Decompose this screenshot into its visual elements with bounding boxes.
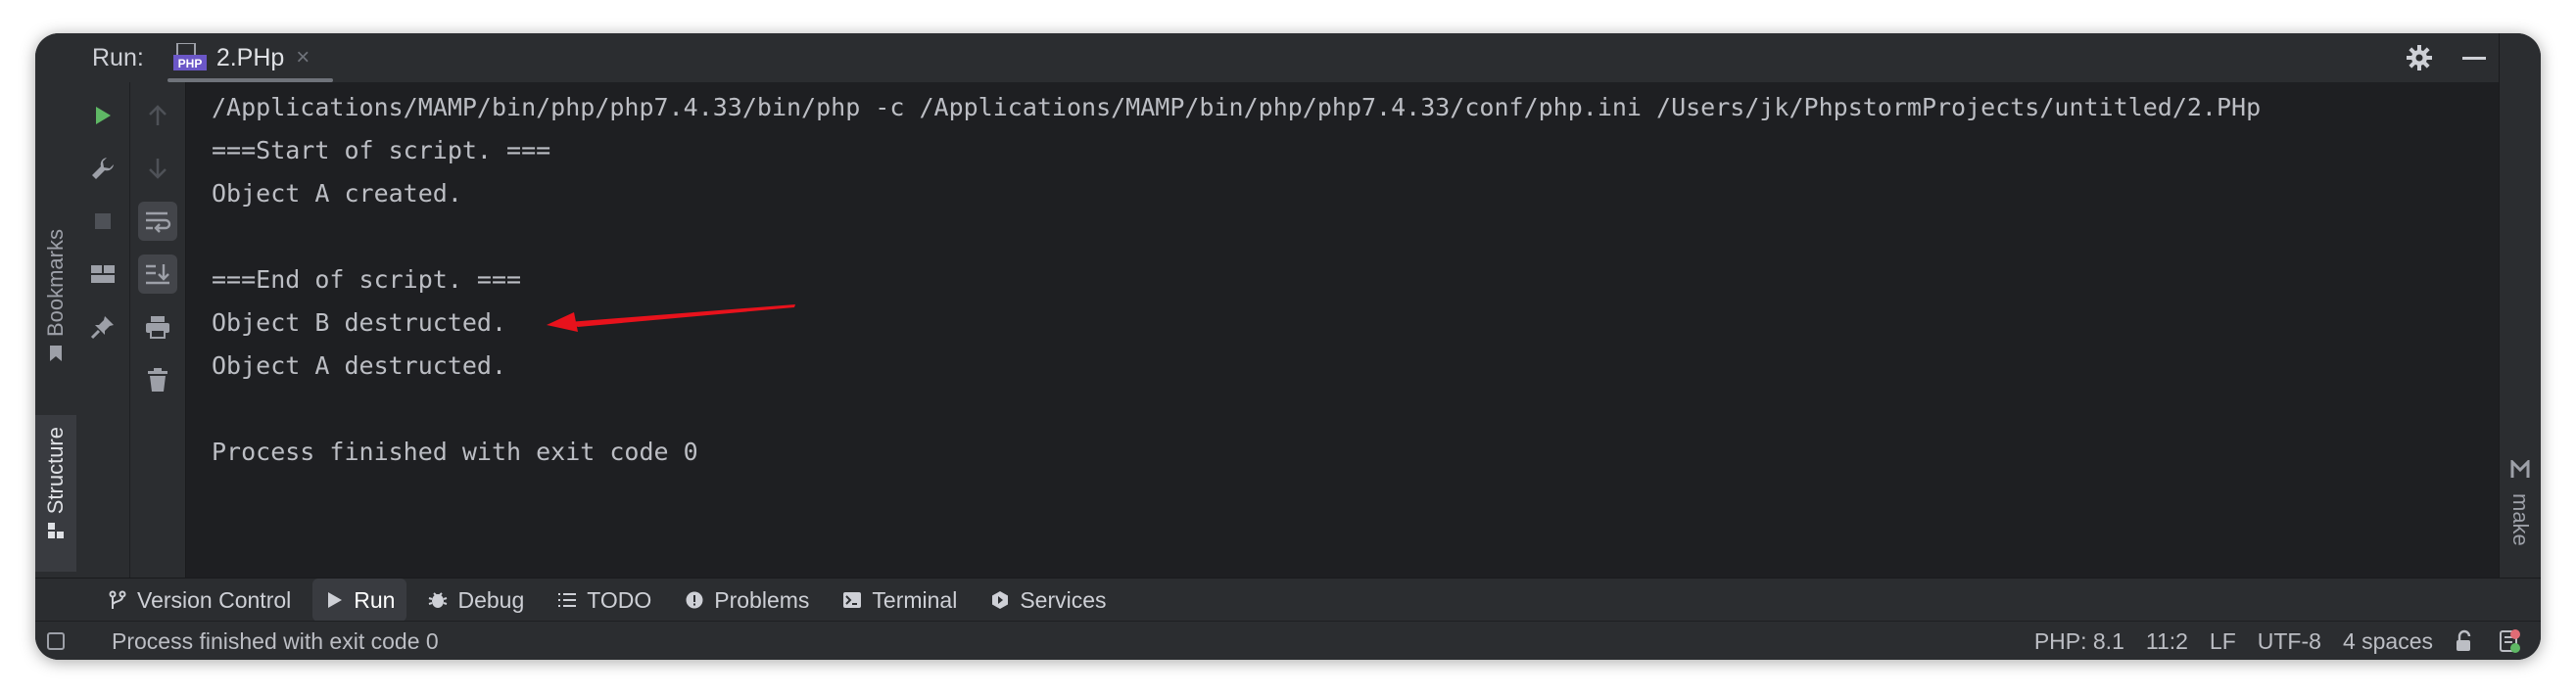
run-actions-column (76, 82, 130, 578)
scroll-to-end-button[interactable] (138, 255, 177, 294)
close-icon[interactable]: × (296, 44, 310, 71)
bookmarks-tab[interactable]: Bookmarks (35, 229, 76, 362)
tab-label: 2.PHp (215, 43, 285, 71)
tab-problems[interactable]: Problems (673, 579, 821, 622)
branch-icon (109, 590, 126, 609)
annotation-arrow (547, 304, 795, 332)
encoding-widget[interactable]: UTF-8 (2258, 628, 2321, 655)
caret-position-widget[interactable]: 11:2 (2146, 628, 2188, 655)
php-file-icon: PHP (172, 43, 207, 70)
tab-label: Terminal (872, 586, 958, 613)
up-button[interactable] (138, 96, 177, 135)
lock-icon[interactable] (2455, 629, 2476, 653)
print-button[interactable] (138, 307, 177, 347)
code-analysis-icon[interactable] (2498, 628, 2521, 654)
stop-button[interactable] (83, 202, 122, 241)
ide-window: Bookmarks Structure Run: PHP 2.PHp × /Ap… (35, 33, 2541, 660)
right-tool-strip: make (2499, 33, 2541, 578)
pin-icon (90, 316, 114, 340)
play-icon (96, 107, 111, 124)
run-label: Run: (92, 43, 144, 71)
print-icon (146, 316, 169, 339)
bookmarks-label: Bookmarks (43, 229, 68, 338)
line-separator-widget[interactable]: LF (2210, 628, 2236, 655)
play-icon (328, 592, 343, 608)
arrow-up-icon (149, 105, 167, 125)
make-tab[interactable]: make (2507, 493, 2533, 546)
left-tool-strip: Bookmarks Structure (35, 33, 77, 578)
info-icon (686, 591, 703, 609)
arrow-down-icon (149, 159, 167, 179)
status-message: Process finished with exit code 0 (112, 627, 439, 654)
stop-icon (95, 213, 111, 229)
console-actions-column (130, 82, 186, 578)
tool-window-bar: Version Control Run Debug TODO Problems … (35, 578, 2541, 622)
wrench-icon (92, 158, 114, 179)
bookmark-icon (50, 346, 62, 362)
layout-button[interactable] (83, 255, 122, 294)
structure-label: Structure (43, 427, 68, 515)
console-output[interactable]: /Applications/MAMP/bin/php/php7.4.33/bin… (186, 82, 2500, 578)
run-config-tab[interactable]: PHP 2.PHp × (167, 33, 333, 82)
indent-widget[interactable]: 4 spaces (2343, 628, 2433, 655)
console-line: /Applications/MAMP/bin/php/php7.4.33/bin… (212, 93, 2262, 121)
tab-run[interactable]: Run (312, 579, 407, 622)
terminal-icon (843, 592, 862, 608)
status-bar: Process finished with exit code 0 PHP: 8… (35, 621, 2541, 660)
tab-label: Problems (714, 586, 810, 613)
console-line: Object A created. (212, 179, 462, 208)
gear-icon[interactable] (2406, 44, 2433, 71)
structure-tab[interactable]: Structure (35, 415, 76, 572)
run-header: Run: PHP 2.PHp × (76, 33, 2500, 83)
tab-label: Services (1020, 586, 1107, 613)
trash-icon (148, 368, 167, 392)
tool-windows-toggle-icon[interactable] (47, 632, 65, 650)
console-line: ===Start of script. === (212, 136, 551, 164)
make-icon (2510, 460, 2530, 478)
structure-icon (48, 523, 64, 539)
bug-icon (429, 592, 448, 608)
tab-todo[interactable]: TODO (546, 579, 663, 622)
tab-label: TODO (587, 586, 652, 613)
soft-wrap-icon (146, 211, 171, 233)
pin-tab-button[interactable] (83, 307, 122, 347)
php-icon-text: PHP (177, 57, 202, 70)
tab-services[interactable]: Services (978, 579, 1118, 622)
tab-label: Debug (457, 586, 525, 613)
clear-all-button[interactable] (138, 360, 177, 399)
console-line: Process finished with exit code 0 (212, 438, 698, 466)
layout-icon (91, 265, 115, 283)
down-button[interactable] (138, 149, 177, 188)
scroll-to-end-icon (146, 264, 169, 285)
minimize-icon[interactable] (2462, 56, 2486, 60)
rerun-button[interactable] (83, 96, 122, 135)
tab-debug[interactable]: Debug (416, 579, 536, 622)
tab-terminal[interactable]: Terminal (831, 579, 969, 622)
tab-label: Run (354, 586, 396, 613)
console-line: Object A destructed. (212, 351, 507, 380)
tab-label: Version Control (137, 586, 292, 613)
tab-version-control[interactable]: Version Control (96, 579, 303, 622)
edit-configuration-button[interactable] (83, 149, 122, 188)
console-line: ===End of script. === (212, 265, 522, 294)
soft-wrap-button[interactable] (138, 202, 177, 241)
services-icon (992, 591, 1009, 609)
list-icon (558, 593, 577, 607)
php-version-widget[interactable]: PHP: 8.1 (2034, 628, 2124, 655)
